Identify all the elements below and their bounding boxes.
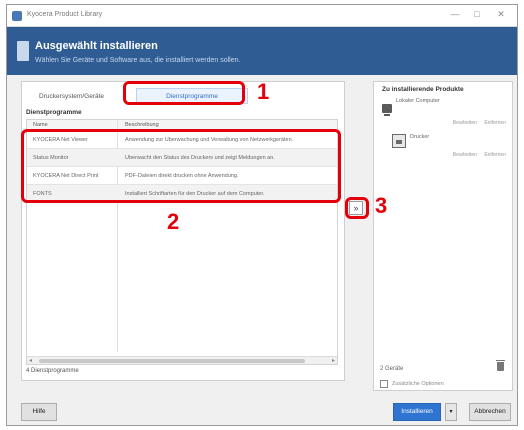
window-title: Kyocera Product Library xyxy=(27,11,103,18)
printer-entry[interactable]: Drucker Bearbeiten Entfernen xyxy=(380,130,508,164)
computer-icon xyxy=(382,104,392,116)
entry-links: Bearbeiten Entfernen xyxy=(447,152,506,158)
install-options-dropdown[interactable]: ▾ xyxy=(445,403,457,421)
options-checkbox[interactable] xyxy=(380,380,388,388)
cancel-button[interactable]: Abbrechen xyxy=(469,403,511,421)
device-count: 2 Geräte xyxy=(380,366,404,372)
computer-name: Lokaler Computer xyxy=(396,98,440,104)
computer-entry[interactable]: Lokaler Computer Bearbeiten Entfernen xyxy=(380,98,508,132)
close-button[interactable]: ✕ xyxy=(493,9,509,20)
trash-icon[interactable] xyxy=(496,360,505,371)
remove-link[interactable]: Entfernen xyxy=(484,120,506,126)
callout-box-1 xyxy=(123,81,245,105)
options-checkbox-label: Zusätzliche Optionen xyxy=(392,381,444,387)
header-subtitle: Wählen Sie Geräte und Software aus, die … xyxy=(35,57,241,64)
section-label: Dienstprogramme xyxy=(26,109,82,116)
footer-bar: Hilfe Installieren ▾ Abbrechen xyxy=(7,397,517,425)
scroll-right-icon[interactable]: ▸ xyxy=(332,357,335,364)
column-header-description[interactable]: Beschreibung xyxy=(125,122,159,128)
printer-icon xyxy=(392,134,406,148)
callout-number-3: 3 xyxy=(375,193,388,218)
column-header-name[interactable]: Name xyxy=(33,122,48,128)
entry-links: Bearbeiten Entfernen xyxy=(447,120,506,126)
remove-link[interactable]: Entfernen xyxy=(484,152,506,158)
products-panel-title: Zu installierende Produkte xyxy=(382,86,464,93)
utilities-count: 4 Dienstprogramme xyxy=(26,368,79,374)
edit-link[interactable]: Bearbeiten xyxy=(453,120,477,126)
callout-box-3 xyxy=(345,197,369,219)
callout-box-2 xyxy=(21,129,341,203)
installer-window: Kyocera Product Library — □ ✕ Ausgewählt… xyxy=(6,4,518,426)
header-title: Ausgewählt installieren xyxy=(35,40,158,52)
horizontal-scrollbar[interactable]: ◂ ▸ xyxy=(27,356,337,364)
app-icon xyxy=(12,11,22,21)
callout-number-2: 2 xyxy=(167,209,180,234)
printer-name: Drucker xyxy=(410,134,430,140)
title-bar: Kyocera Product Library — □ ✕ xyxy=(7,5,517,27)
products-to-install-panel: Zu installierende Produkte Lokaler Compu… xyxy=(373,81,513,391)
edit-link[interactable]: Bearbeiten xyxy=(453,152,477,158)
install-button[interactable]: Installieren xyxy=(393,403,441,421)
selection-panel: Druckersystem/Geräte Dienstprogramme Die… xyxy=(21,81,345,381)
tab-printer-drivers[interactable]: Druckersystem/Geräte xyxy=(32,88,111,104)
callout-number-1: 1 xyxy=(257,79,270,104)
help-button[interactable]: Hilfe xyxy=(21,403,57,421)
install-icon xyxy=(17,41,29,61)
minimize-button[interactable]: — xyxy=(447,9,463,19)
scrollbar-thumb[interactable] xyxy=(39,359,305,363)
header-banner: Ausgewählt installieren Wählen Sie Gerät… xyxy=(7,27,517,75)
scroll-left-icon[interactable]: ◂ xyxy=(29,357,32,364)
maximize-button[interactable]: □ xyxy=(469,9,485,19)
